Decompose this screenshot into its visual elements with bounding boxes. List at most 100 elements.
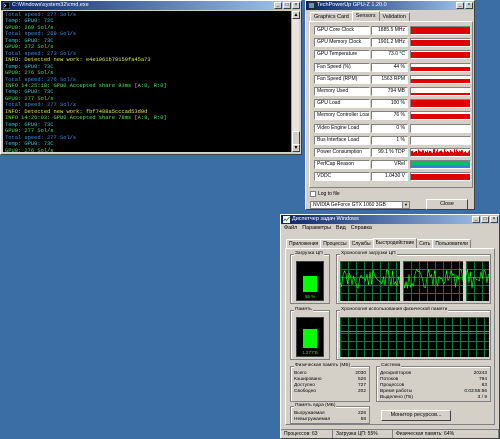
sensor-label[interactable]: GPU Load [314, 99, 370, 109]
minimize-button[interactable]: _ [274, 2, 282, 9]
cmd-window[interactable]: C:\Windows\system32\cmd.exe _ □ × Total … [0, 0, 302, 155]
sensor-label[interactable]: Video Engine Load [314, 123, 370, 133]
tm-titlebar[interactable]: Диспетчер задач Windows _ □ × [281, 215, 499, 224]
sensor-label[interactable]: Fan Speed (%) [314, 62, 370, 72]
sensor-value[interactable]: 99.1 % TDP [371, 148, 408, 157]
sensor-value[interactable]: VRel [371, 160, 408, 170]
tab-validation[interactable]: Validation [378, 12, 410, 21]
sensor-row: Memory Controller Load 76 % [314, 111, 471, 121]
menu-item[interactable]: Параметры [302, 225, 331, 231]
power-graph-svg [411, 149, 470, 156]
gpuz-close-button[interactable]: × [465, 2, 473, 9]
menu-item[interactable]: Вид [336, 225, 346, 231]
tm-menubar: Файл Параметры Вид Справка [284, 225, 372, 231]
sensor-value[interactable]: 1885.5 MHz [371, 26, 408, 35]
sensor-graph [410, 135, 471, 145]
cmd-titlebar[interactable]: C:\Windows\system32\cmd.exe _ □ × [1, 1, 301, 10]
gpuz-window[interactable]: TechPowerUp GPU-Z 1.20.0 _ × Graphics Ca… [305, 0, 475, 210]
stat-row: Свободно 202 [294, 389, 366, 395]
sensor-value[interactable]: 794 MB [371, 87, 408, 96]
memory-group: Память 1,27 ГБ [290, 307, 330, 360]
status-processes: Процессов: 63 [281, 430, 333, 438]
sensor-row: Bus Interface Load 1 % [314, 135, 471, 145]
scroll-up-icon[interactable]: ▲ [292, 11, 300, 19]
resource-monitor-label: Монитор ресурсов... [390, 412, 442, 418]
sensor-graph [410, 26, 471, 35]
tab-sensors[interactable]: Sensors [351, 11, 380, 21]
cpu-usage-meter: 55 % [296, 261, 324, 301]
tm-tab[interactable]: Пользователи [432, 239, 471, 248]
sensor-row: GPU Core Clock 1885.5 MHz [314, 26, 471, 35]
gpuz-titlebar[interactable]: TechPowerUp GPU-Z 1.20.0 _ × [306, 1, 474, 10]
tm-tabs: Приложения Процессы Службы Быстродействие Се… [286, 238, 471, 248]
sensor-graph-fill [411, 39, 470, 47]
sensor-value[interactable]: 44 % [371, 62, 408, 72]
sensor-label[interactable]: GPU Core Clock [314, 26, 370, 35]
console-output[interactable]: Total speed: 277 Sol/s Temp: GPU0: 72C GPU… [3, 11, 291, 152]
gpuz-tabs: Graphics Card Sensors Validation [310, 11, 410, 21]
sensor-label[interactable]: VDDC [314, 172, 370, 182]
sensors-panel: GPU Core Clock 1885.5 MHz GPU Memory Clock… [309, 21, 473, 188]
sensor-label[interactable]: Power Consumption [314, 148, 370, 157]
sensor-graph-fill [411, 114, 470, 120]
task-manager-window[interactable]: Диспетчер задач Windows _ □ × Файл Параме… [280, 214, 500, 439]
chevron-down-icon[interactable]: ▼ [402, 202, 409, 208]
menu-item[interactable]: Справка [351, 225, 372, 231]
close-button[interactable]: × [292, 2, 300, 9]
sensor-label[interactable]: Bus Interface Load [314, 135, 370, 145]
sensor-graph-fill [411, 78, 470, 83]
perfcap-band-b [411, 164, 470, 169]
memory-value: 1,27 ГБ [302, 350, 318, 355]
performance-panel: Загрузка ЦП 55 % Хронология загрузки ЦП … [285, 248, 495, 425]
cpu-usage-title: Загрузка ЦП [294, 251, 324, 257]
sensor-value[interactable]: 1.0430 V [371, 172, 408, 182]
gpu-select[interactable]: NVIDIA GeForce GTX 1060 3GB ▼ [310, 201, 410, 209]
sensor-value[interactable]: 100 % [371, 99, 408, 109]
cpu-history-chart-3 [466, 261, 489, 301]
sensor-row: GPU Load 100 % [314, 99, 471, 109]
sensor-label[interactable]: GPU Temperature [314, 50, 370, 60]
sensor-graph [410, 74, 471, 84]
maximize-button[interactable]: □ [283, 2, 291, 9]
tm-tab[interactable]: Быстродействие [372, 238, 418, 248]
sensor-graph [410, 62, 471, 72]
cpu-history-line [340, 269, 400, 290]
sensor-label[interactable]: Fan Speed (RPM) [314, 74, 370, 84]
memory-history-chart [340, 317, 489, 357]
sensor-value[interactable]: 1563 RPM [371, 74, 408, 84]
tm-minimize-button[interactable]: _ [472, 216, 480, 223]
resource-monitor-button[interactable]: Монитор ресурсов... [381, 410, 451, 421]
scroll-down-icon[interactable]: ▼ [292, 144, 300, 152]
sensor-label[interactable]: PerfCap Reason [314, 160, 370, 170]
sensor-row: VDDC 1.0430 V [314, 172, 471, 182]
stat-value: 3 / 9 [477, 395, 487, 400]
cpu-history-title: Хронология загрузки ЦП [340, 251, 397, 257]
sensor-graph [410, 172, 471, 182]
sensor-value[interactable]: 0 % [371, 123, 408, 133]
sensor-value[interactable]: 1 % [371, 135, 408, 145]
gpuz-minimize-button[interactable]: _ [456, 2, 464, 9]
sensor-value[interactable]: 73.0 °C [371, 50, 408, 60]
sensor-label[interactable]: Memory Controller Load [314, 111, 370, 121]
menu-item[interactable]: Файл [284, 225, 297, 231]
log-to-file-checkbox[interactable]: Log to file [310, 191, 340, 197]
sensor-label[interactable]: Memory Used [314, 87, 370, 96]
gpuz-close-btn[interactable]: Close [426, 199, 468, 210]
tm-tab[interactable]: Процессы [320, 239, 350, 248]
sensor-value[interactable]: 76 % [371, 111, 408, 121]
sensor-value[interactable]: 1901.2 MHz [371, 38, 408, 48]
task-manager-icon [283, 216, 290, 223]
console-scrollbar[interactable]: ▲ ▼ [291, 11, 300, 152]
sensor-label[interactable]: GPU Memory Clock [314, 38, 370, 48]
cpu-history-svg [466, 269, 489, 289]
scroll-thumb[interactable] [292, 131, 300, 145]
tm-tab[interactable]: Приложения [286, 239, 322, 248]
cpu-usage-bar [303, 275, 317, 292]
tab-graphics-card[interactable]: Graphics Card [310, 12, 353, 21]
tm-close-button[interactable]: × [490, 216, 498, 223]
tm-maximize-button[interactable]: □ [481, 216, 489, 223]
sensor-graph [410, 38, 471, 48]
tm-tab[interactable]: Службы [348, 239, 374, 248]
tm-tab[interactable]: Сеть [416, 239, 434, 248]
log-to-file-label: Log to file [318, 191, 340, 197]
